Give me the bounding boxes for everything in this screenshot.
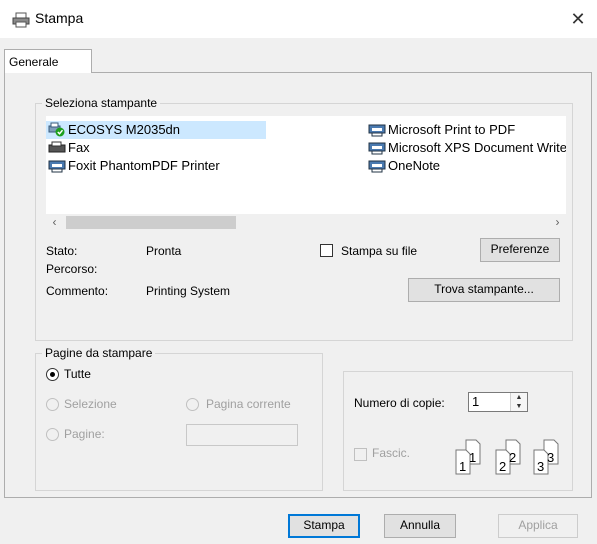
copies-group: Numero di copie: 1 ▲ ▼ Fascic. 1 1 2 2 3… xyxy=(343,371,573,491)
collate-label: Fascic. xyxy=(372,446,411,460)
printer-name: ECOSYS M2035dn xyxy=(68,122,181,137)
current-page-radio[interactable] xyxy=(186,398,199,411)
collate-page-number: 3 xyxy=(547,450,554,465)
current-page-label: Pagina corrente xyxy=(206,397,291,411)
printer-item-ecosys[interactable]: ECOSYS M2035dn xyxy=(46,121,266,139)
copies-value: 1 xyxy=(472,394,480,409)
all-pages-radio[interactable] xyxy=(46,368,59,381)
printer-icon xyxy=(368,124,386,137)
collate-page-number: 3 xyxy=(537,459,544,474)
close-button[interactable]: ✕ xyxy=(565,6,591,32)
printer-icon xyxy=(48,160,66,173)
copies-label: Numero di copie: xyxy=(354,396,445,410)
collate-checkbox[interactable] xyxy=(354,448,367,461)
comment-label: Commento: xyxy=(46,284,109,298)
printer-name: Foxit PhantomPDF Printer xyxy=(68,158,220,173)
apply-button[interactable]: Applica xyxy=(498,514,578,538)
page-range-group: Pagine da stampare Tutte Selezione Pagin… xyxy=(35,346,323,491)
path-label: Percorso: xyxy=(46,262,98,276)
select-printer-legend: Seleziona stampante xyxy=(42,96,161,110)
printer-list[interactable]: ECOSYS M2035dn Fax Foxit PhantomPDF Prin… xyxy=(46,116,566,214)
printer-icon xyxy=(368,160,386,173)
scroll-thumb[interactable] xyxy=(66,216,236,229)
spin-down-icon[interactable]: ▼ xyxy=(511,402,527,411)
printer-icon xyxy=(368,142,386,155)
tab-panel: Seleziona stampante ECOSYS M2035dn Fax F… xyxy=(4,72,592,498)
find-printer-button[interactable]: Trova stampante... xyxy=(408,278,560,302)
comment-value: Printing System xyxy=(146,284,231,298)
printer-item-ms-pdf[interactable]: Microsoft Print to PDF xyxy=(366,121,518,139)
spin-up-icon[interactable]: ▲ xyxy=(511,393,527,402)
print-button[interactable]: Stampa xyxy=(288,514,360,538)
pages-radio[interactable] xyxy=(46,428,59,441)
collate-pages-icon: 1 1 2 2 3 3 xyxy=(455,439,559,475)
spin-arrows: ▲ ▼ xyxy=(510,393,527,411)
copies-stepper[interactable]: 1 ▲ ▼ xyxy=(468,392,528,412)
close-icon: ✕ xyxy=(570,9,586,29)
page-pair-3: 3 3 xyxy=(533,439,559,475)
printer-name: OneNote xyxy=(388,158,441,173)
title-bar: Stampa ✕ xyxy=(0,0,597,38)
selection-radio[interactable] xyxy=(46,398,59,411)
status-label: Stato: xyxy=(46,244,78,258)
pages-label: Pagine: xyxy=(64,427,105,441)
printer-name: Microsoft Print to PDF xyxy=(388,122,516,137)
printer-icon xyxy=(12,12,30,28)
collate-page-number: 2 xyxy=(499,459,506,474)
page-pair-1: 1 1 xyxy=(455,439,481,475)
dialog-body: Generale Seleziona stampante ECOSYS M203… xyxy=(0,38,597,544)
select-printer-group: Seleziona stampante ECOSYS M2035dn Fax F… xyxy=(35,96,573,341)
pages-input[interactable] xyxy=(186,424,298,446)
collate-page-number: 1 xyxy=(469,450,476,465)
page-pair-2: 2 2 xyxy=(495,439,521,475)
printer-item-foxit[interactable]: Foxit PhantomPDF Printer xyxy=(46,157,223,175)
scroll-right-icon[interactable]: › xyxy=(549,214,566,231)
page-range-legend: Pagine da stampare xyxy=(42,346,156,360)
print-to-file-label: Stampa su file xyxy=(341,244,418,258)
collate-page-number: 2 xyxy=(509,450,516,465)
scroll-left-icon[interactable]: ‹ xyxy=(46,214,63,231)
print-to-file-checkbox[interactable] xyxy=(320,244,333,257)
tab-label: Generale xyxy=(9,55,59,69)
printer-item-fax[interactable]: Fax xyxy=(46,139,93,157)
collate-page-number: 1 xyxy=(459,459,466,474)
printer-item-ms-xps[interactable]: Microsoft XPS Document Writer xyxy=(366,139,566,157)
printer-name: Fax xyxy=(68,140,90,155)
cancel-button[interactable]: Annulla xyxy=(384,514,456,538)
preferences-button[interactable]: Preferenze xyxy=(480,238,560,262)
printer-name: Microsoft XPS Document Writer xyxy=(388,140,566,155)
all-pages-label: Tutte xyxy=(64,367,91,381)
fax-icon xyxy=(48,141,66,153)
selection-label: Selezione xyxy=(64,397,117,411)
status-value: Pronta xyxy=(146,244,182,258)
horizontal-scrollbar[interactable]: ‹ › xyxy=(46,214,566,231)
window-title: Stampa xyxy=(35,10,84,26)
default-printer-icon xyxy=(48,122,65,137)
tab-generale[interactable]: Generale xyxy=(4,49,92,73)
printer-item-onenote[interactable]: OneNote xyxy=(366,157,443,175)
